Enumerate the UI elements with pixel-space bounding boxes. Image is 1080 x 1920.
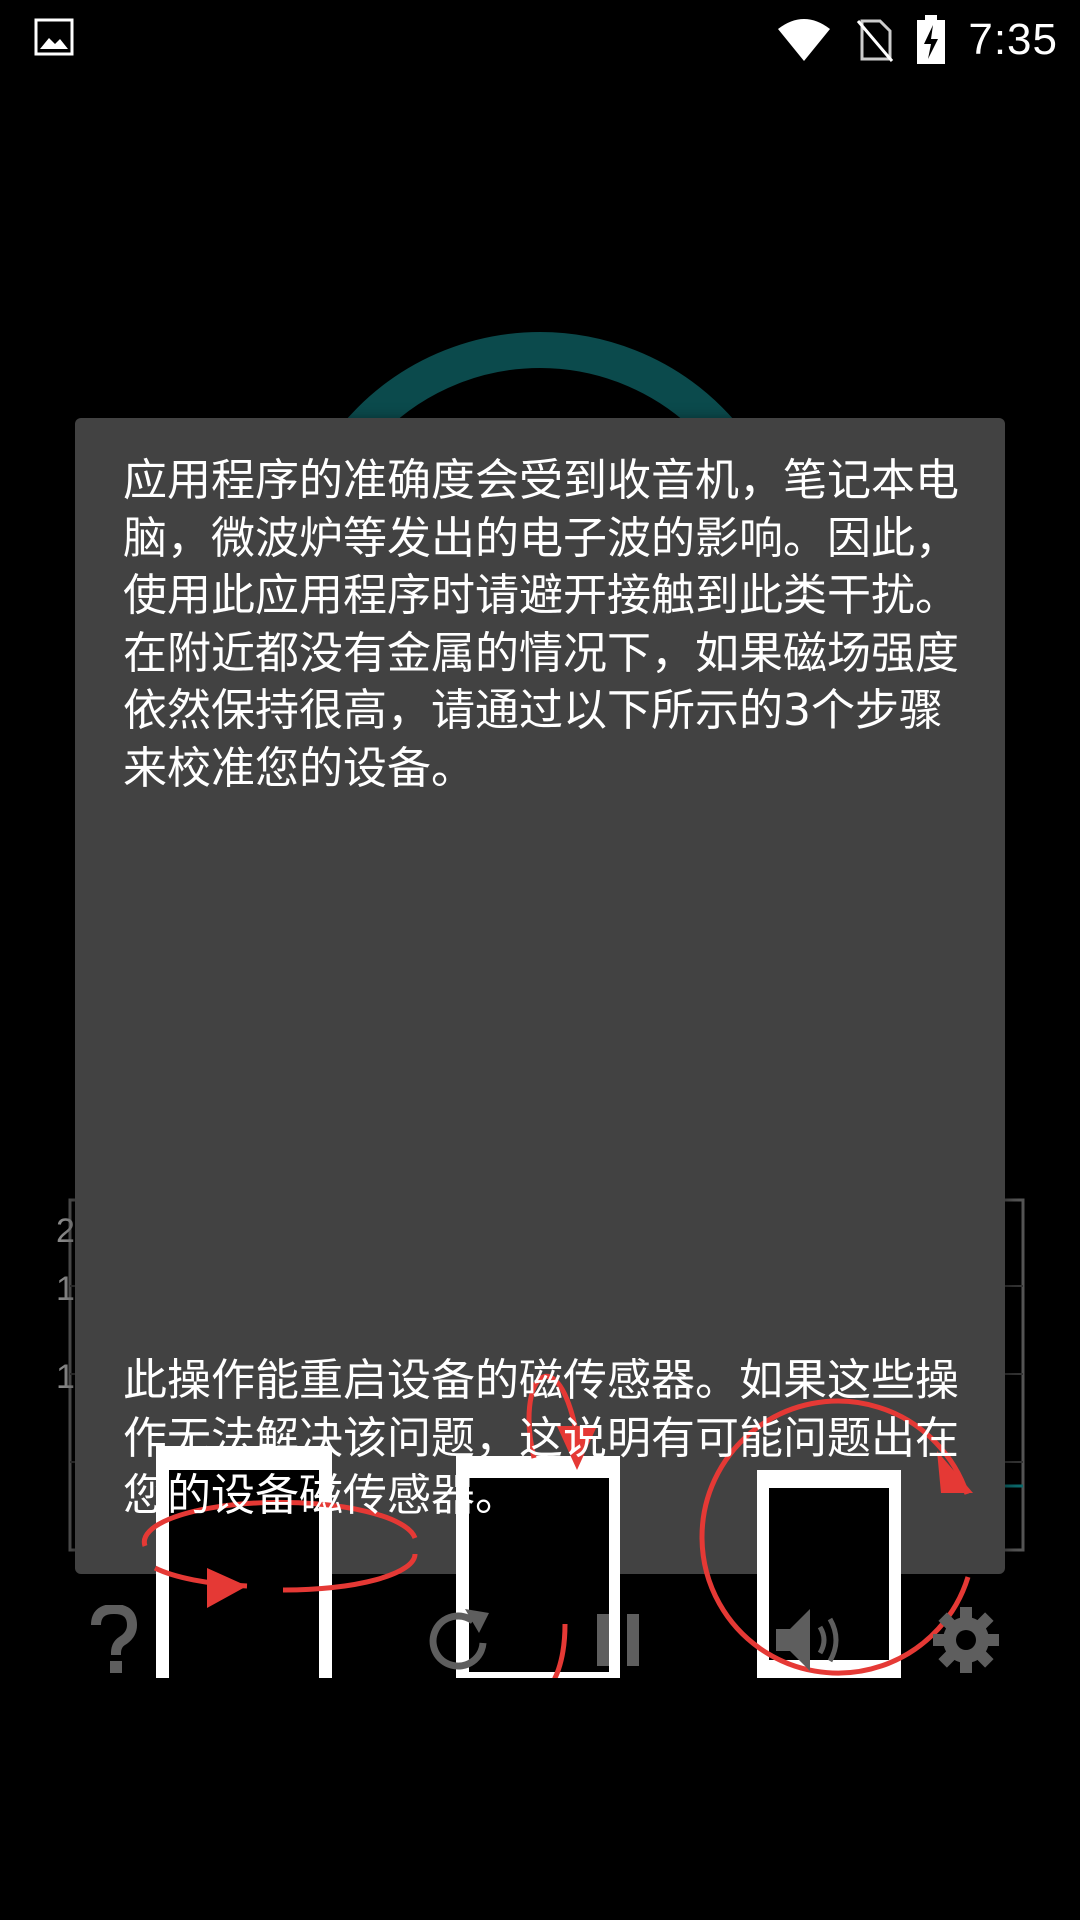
- bottom-toolbar: [0, 1590, 1080, 1690]
- dialog-message-top: 应用程序的准确度会受到收音机，笔记本电脑，微波炉等发出的电子波的影响。因此，使用…: [123, 455, 959, 794]
- calibration-steps: [141, 1373, 973, 1678]
- wifi-icon: [778, 19, 831, 61]
- status-time: 7:35: [968, 15, 1058, 64]
- volume-icon: [776, 1609, 839, 1671]
- calibration-dialog[interactable]: 应用程序的准确度会受到收音机，笔记本电脑，微波炉等发出的电子波的影响。因此，使用…: [75, 418, 1005, 1678]
- volume-button[interactable]: [760, 1590, 860, 1690]
- screen: 7:35 2 1 1 应用程序的准确度会受到收音机，笔记本电脑，微波炉等发出的电…: [0, 0, 1080, 1920]
- help-button[interactable]: [64, 1590, 164, 1690]
- refresh-button[interactable]: [410, 1590, 510, 1690]
- refresh-icon: [429, 1609, 489, 1670]
- no-sim-icon: [857, 19, 894, 62]
- help-icon: [91, 1605, 138, 1673]
- dialog-message-bottom: 此操作能重启设备的磁传感器。如果这些操作无法解决该问题，这说明有可能问题出在您的…: [123, 1355, 959, 1521]
- settings-button[interactable]: [916, 1590, 1016, 1690]
- status-icons: 7:35: [776, 10, 1058, 70]
- settings-icon: [933, 1607, 999, 1673]
- chart-axis-label: 1: [56, 1358, 75, 1396]
- status-bar: 7:35: [0, 0, 1080, 78]
- gallery-icon: [34, 18, 74, 56]
- battery-charging-icon: [917, 15, 946, 64]
- chart-axis-label: 2: [56, 1212, 75, 1250]
- chart-axis-label: 1: [56, 1270, 75, 1308]
- pause-button[interactable]: [568, 1590, 668, 1690]
- pause-icon: [597, 1614, 639, 1666]
